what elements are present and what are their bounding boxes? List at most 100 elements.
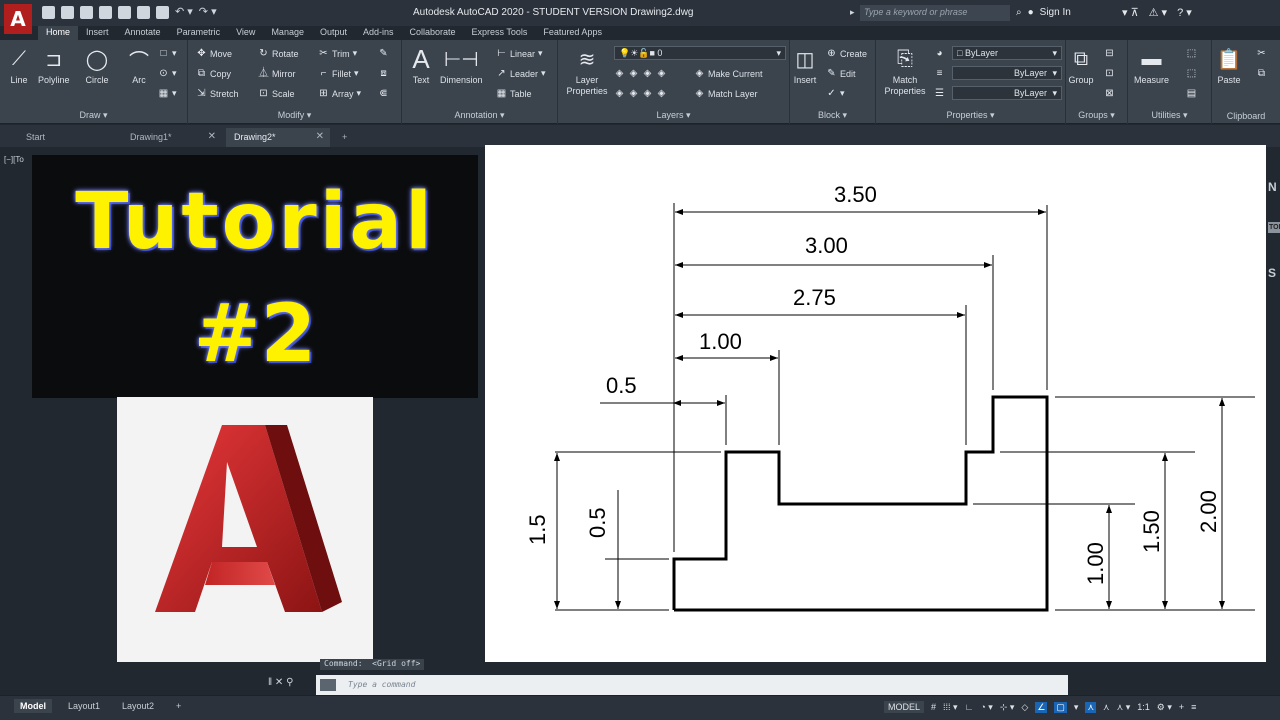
block-attribute-button[interactable]: ✓ ▾ [826, 88, 844, 99]
cut-icon[interactable]: ✂ [1256, 48, 1267, 59]
block-panel-label[interactable]: Block ▾ [790, 110, 875, 121]
table-tool[interactable]: ▦ Table [496, 88, 532, 99]
ribbon-tab-output[interactable]: Output [312, 26, 355, 40]
copy-clip-icon[interactable]: ⧉ [1256, 68, 1267, 79]
snap-icon[interactable]: ⁞⁞⁞ ▾ [943, 702, 958, 713]
linear-tool[interactable]: ⊢ Linear ▾ [496, 48, 542, 59]
select-all-icon[interactable]: ⬚ [1186, 68, 1197, 79]
line-tool[interactable]: ⟋ Line [6, 46, 32, 86]
ribbon-tab-insert[interactable]: Insert [78, 26, 117, 40]
open-web-icon[interactable] [118, 6, 131, 19]
new-tab-button[interactable]: + [334, 128, 355, 147]
explode-tool[interactable]: ⧈ [378, 68, 389, 79]
redo-icon[interactable]: ↷ ▾ [199, 6, 217, 19]
draw-panel-label[interactable]: Draw ▾ [0, 110, 187, 121]
close-icon[interactable]: ✕ [208, 131, 216, 142]
model-space-button[interactable]: MODEL [884, 701, 925, 713]
edit-block-button[interactable]: ✎ Edit [826, 68, 855, 79]
add-layout-button[interactable]: + [170, 699, 187, 713]
arc-tool[interactable]: ⌒ Arc [126, 46, 152, 86]
dimension-tool[interactable]: ⊢⊣ Dimension [440, 46, 483, 86]
paste-tool[interactable]: 📋 Paste [1216, 46, 1242, 86]
quick-select-icon[interactable]: ⬚ [1186, 48, 1197, 59]
doc-tab-drawing2[interactable]: Drawing2* ✕ [226, 128, 330, 147]
chevron-down-icon[interactable]: ▾ [1074, 702, 1079, 713]
stretch-tool[interactable]: ⇲ Stretch [196, 88, 238, 99]
match-layer-button[interactable]: ◈ Match Layer [694, 88, 758, 99]
selection-cycling-icon[interactable]: ▢ [1054, 701, 1067, 713]
copy-tool[interactable]: ⧉ Copy [196, 68, 231, 79]
layer-tools-row2[interactable]: ◈ ◈ ◈ ◈ [614, 88, 667, 99]
match-properties-tool[interactable]: ⎘ Match Properties [880, 46, 930, 97]
viewcube-top[interactable]: TOP [1268, 222, 1280, 233]
viewcube-north[interactable]: N [1268, 180, 1277, 194]
new-icon[interactable] [42, 6, 55, 19]
close-icon[interactable]: ✕ [316, 131, 324, 142]
fillet-tool[interactable]: ⌐ Fillet ▾ [318, 68, 359, 79]
save-as-icon[interactable] [99, 6, 112, 19]
linetype-dropdown[interactable]: ByLayer ▾ [952, 66, 1062, 80]
layout-tab-layout1[interactable]: Layout1 [62, 699, 106, 713]
help-icon[interactable]: ? ▾ [1177, 6, 1192, 19]
grid-icon[interactable]: # [931, 702, 936, 712]
doc-tab-drawing1[interactable]: Drawing1* ✕ [122, 128, 222, 147]
application-menu-button[interactable]: A [4, 4, 32, 34]
exchange-icon[interactable]: ⚠ ▾ [1149, 6, 1167, 19]
annotation-monitor-icon[interactable]: ⋏ ▾ [1117, 702, 1131, 713]
ellipse-tool[interactable]: ⊙ ▾ [158, 68, 176, 79]
color-dropdown[interactable]: □ ByLayer ▾ [952, 46, 1062, 60]
viewcube[interactable]: N TOP S [1265, 160, 1280, 320]
sign-in-button[interactable]: ⌕ ● Sign In [1016, 7, 1071, 18]
layout-tab-model[interactable]: Model [14, 699, 52, 713]
osnap-icon[interactable]: ⊹ ▾ [1000, 702, 1015, 713]
layer-properties-tool[interactable]: ≋ Layer Properties [562, 46, 612, 97]
gear-icon[interactable]: ⚙ ▾ [1157, 702, 1172, 713]
make-current-button[interactable]: ◈ Make Current [694, 68, 763, 79]
text-tool[interactable]: A Text [408, 44, 434, 86]
rotate-tool[interactable]: ↻ Rotate [258, 48, 298, 59]
mirror-tool[interactable]: ⏅ Mirror [258, 68, 296, 79]
command-input[interactable]: Type a command [316, 675, 1068, 695]
dynamic-input-icon[interactable]: ∠ [1035, 701, 1048, 713]
command-prompt-icon[interactable] [320, 679, 336, 691]
insert-tool[interactable]: ◫ Insert [792, 46, 818, 86]
calculator-icon[interactable]: ▤ [1186, 88, 1197, 99]
utilities-panel-label[interactable]: Utilities ▾ [1128, 110, 1211, 121]
cart-icon[interactable]: ▾ ⊼ [1122, 6, 1139, 19]
viewport-controls[interactable]: [−][To [4, 155, 24, 164]
ribbon-tab-featured-apps[interactable]: Featured Apps [535, 26, 610, 40]
move-tool[interactable]: ✥ Move [196, 48, 232, 59]
scale-value[interactable]: 1:1 [1137, 702, 1150, 712]
ribbon-tab-manage[interactable]: Manage [263, 26, 312, 40]
ribbon-tab-express-tools[interactable]: Express Tools [464, 26, 536, 40]
layer-tools-row1[interactable]: ◈ ◈ ◈ ◈ [614, 68, 667, 79]
group-tool[interactable]: ⧉ Group [1068, 46, 1094, 86]
menu-icon[interactable]: ≡ [1191, 702, 1196, 712]
doc-tab-start[interactable]: Start [18, 128, 118, 147]
groups-panel-label[interactable]: Groups ▾ [1066, 110, 1127, 121]
modify-panel-label[interactable]: Modify ▾ [188, 110, 401, 121]
group-edit-icon[interactable]: ⊡ [1104, 68, 1115, 79]
rectangle-tool[interactable]: □ ▾ [158, 48, 176, 59]
viewcube-south[interactable]: S [1268, 266, 1276, 280]
trim-tool[interactable]: ✂ Trim ▾ [318, 48, 357, 59]
drawing-sheet[interactable]: 3.50 3.00 2.75 1.00 0.5 1.5 0.5 1.00 1.5… [485, 145, 1266, 662]
clipboard-panel-label[interactable]: Clipboard [1212, 111, 1280, 121]
hatch-tool[interactable]: ▦ ▾ [158, 88, 177, 99]
leader-tool[interactable]: ↗ Leader ▾ [496, 68, 545, 79]
measure-tool[interactable]: ▬ Measure [1134, 46, 1169, 86]
layer-dropdown[interactable]: 💡☀🔓■ 0 ▾ [614, 46, 786, 60]
annotation-panel-label[interactable]: Annotation ▾ [402, 110, 557, 121]
ribbon-tab-home[interactable]: Home [38, 26, 79, 40]
save-icon[interactable] [80, 6, 93, 19]
ortho-icon[interactable]: ∟ [965, 702, 974, 712]
polar-icon[interactable]: ◔ ▾ [980, 702, 992, 713]
circle-tool[interactable]: ◯ Circle [84, 46, 110, 86]
layers-panel-label[interactable]: Layers ▾ [558, 110, 789, 121]
ribbon-tab-parametric[interactable]: Parametric [169, 26, 229, 40]
ungroup-icon[interactable]: ⊟ [1104, 48, 1115, 59]
undo-icon[interactable]: ↶ ▾ [175, 6, 193, 19]
annotation-visibility-icon[interactable]: ⋏ [1085, 701, 1097, 713]
plot-icon[interactable] [156, 6, 169, 19]
command-line-controls[interactable]: ‖ ✕ ⚲ [268, 677, 293, 688]
